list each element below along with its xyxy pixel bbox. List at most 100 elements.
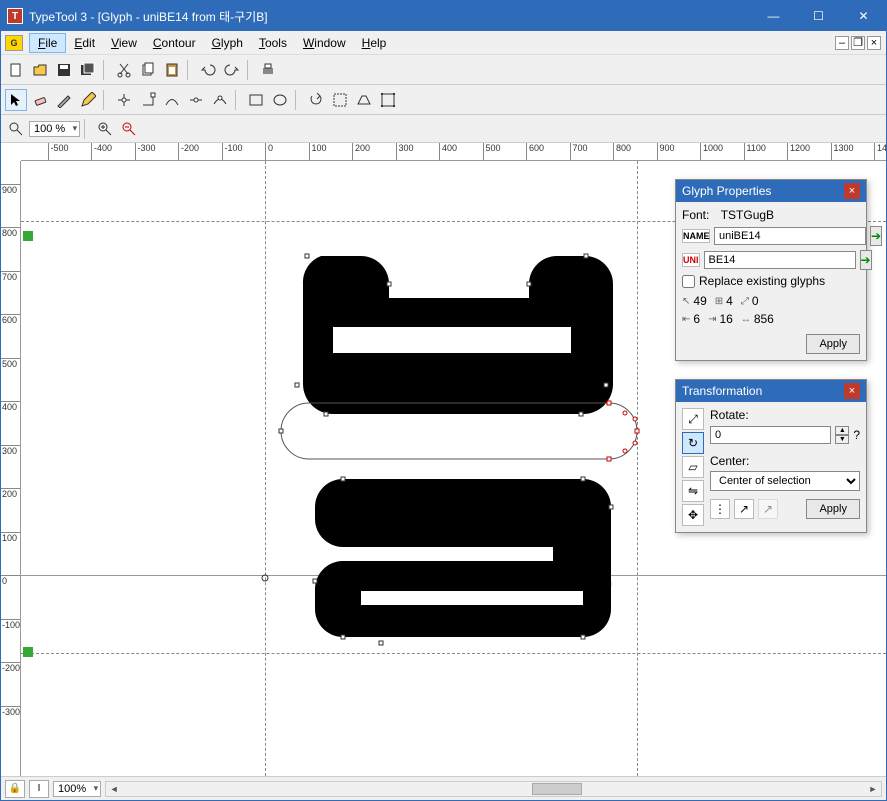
rotate-stepper-down[interactable]: ▼	[835, 435, 849, 444]
rotate-stepper-up[interactable]: ▲	[835, 426, 849, 435]
status-zoom-combo[interactable]: 100%	[53, 781, 101, 797]
mdi-restore-button[interactable]: ❐	[851, 36, 865, 50]
menu-edit[interactable]: Edit	[66, 34, 103, 52]
font-value: TSTGugB	[721, 208, 774, 222]
zoom-combo[interactable]: 100 %	[29, 121, 80, 137]
select-all-icon[interactable]	[329, 89, 351, 111]
replace-glyphs-checkbox[interactable]	[682, 275, 695, 288]
pen-tool-icon[interactable]	[77, 89, 99, 111]
new-icon[interactable]	[5, 59, 27, 81]
app-icon: T	[7, 8, 23, 24]
rotate-input[interactable]	[710, 426, 831, 444]
save-icon[interactable]	[53, 59, 75, 81]
scroll-left-icon[interactable]: ◄	[106, 782, 122, 796]
status-lock-icon[interactable]: 🔒	[5, 780, 25, 798]
rect-tool-icon[interactable]	[245, 89, 267, 111]
rotate-label: Rotate:	[710, 408, 860, 422]
menu-view[interactable]: View	[103, 34, 145, 52]
transform-shift-icon[interactable]: ✥	[682, 504, 704, 526]
center-select[interactable]: Center of selection	[710, 471, 860, 491]
work-area: -500-400-300-200-10001002003004005006007…	[1, 143, 886, 776]
transform-scale-icon[interactable]: ⤢	[682, 408, 704, 430]
titlebar: T TypeTool 3 - [Glyph - uniBE14 from 태-구…	[1, 1, 886, 31]
status-text-icon[interactable]: I	[29, 780, 49, 798]
replace-glyphs-label: Replace existing glyphs	[699, 274, 825, 288]
glyph-properties-title: Glyph Properties	[682, 184, 844, 198]
smooth-node-icon[interactable]	[209, 89, 231, 111]
window-minimize-button[interactable]: —	[751, 1, 796, 31]
name-apply-icon[interactable]: ➔	[870, 226, 882, 246]
horizontal-ruler[interactable]: -500-400-300-200-10001002003004005006007…	[21, 143, 886, 161]
window-title: TypeTool 3 - [Glyph - uniBE14 from 태-구기B…	[29, 8, 751, 25]
scroll-thumb[interactable]	[532, 783, 582, 795]
paste-icon[interactable]	[161, 59, 183, 81]
unicode-input[interactable]	[704, 251, 856, 269]
transform-opt1-icon[interactable]: ⋮	[710, 499, 730, 519]
saveall-icon[interactable]	[77, 59, 99, 81]
transform-opt2-icon[interactable]: ↗	[734, 499, 754, 519]
menu-tools[interactable]: Tools	[251, 34, 295, 52]
metric-b: 4	[726, 294, 733, 308]
edit-toolbar	[1, 85, 886, 115]
transform-rotate-icon[interactable]: ↻	[682, 432, 704, 454]
eraser-tool-icon[interactable]	[29, 89, 51, 111]
scroll-right-icon[interactable]: ►	[865, 782, 881, 796]
glyph-canvas[interactable]: Glyph Properties× Font: TSTGugB NAME ➔ U…	[21, 161, 886, 776]
glyph-menu-icon[interactable]: G	[5, 35, 23, 51]
glyph-apply-button[interactable]: Apply	[806, 334, 860, 354]
transformation-close-icon[interactable]: ×	[844, 383, 860, 399]
horizontal-scrollbar[interactable]: ◄ ►	[105, 781, 882, 797]
window-close-button[interactable]: ✕	[841, 1, 886, 31]
metric-c: 0	[752, 294, 759, 308]
zoom-in-icon[interactable]	[94, 118, 116, 140]
transform-icon[interactable]	[353, 89, 375, 111]
transform-opt3-icon: ↗	[758, 499, 778, 519]
reverse-icon[interactable]	[305, 89, 327, 111]
tangent-node-icon[interactable]	[185, 89, 207, 111]
main-toolbar	[1, 55, 886, 85]
knife-tool-icon[interactable]	[53, 89, 75, 111]
metric-a: 49	[693, 294, 706, 308]
menu-contour[interactable]: Contour	[145, 34, 204, 52]
transformation-panel[interactable]: Transformation× ⤢ ↻ ▱ ⇋ ✥ Rotate:	[675, 379, 867, 533]
window-maximize-button[interactable]: ☐	[796, 1, 841, 31]
zoom-out-icon[interactable]	[118, 118, 140, 140]
transformation-title: Transformation	[682, 384, 844, 398]
transform-apply-button[interactable]: Apply	[806, 499, 860, 519]
mdi-close-button[interactable]: ×	[867, 36, 881, 50]
bbox-icon[interactable]	[377, 89, 399, 111]
zoom-tool-icon[interactable]	[5, 118, 27, 140]
cut-icon[interactable]	[113, 59, 135, 81]
print-icon[interactable]	[257, 59, 279, 81]
open-icon[interactable]	[29, 59, 51, 81]
ellipse-tool-icon[interactable]	[269, 89, 291, 111]
rotate-unit: ?	[853, 428, 860, 442]
mdi-minimize-button[interactable]: –	[835, 36, 849, 50]
glyph-name-input[interactable]	[714, 227, 866, 245]
zoom-toolbar: 100 %	[1, 115, 886, 143]
undo-icon[interactable]	[197, 59, 219, 81]
menu-window[interactable]: Window	[295, 34, 354, 52]
origin-marker	[261, 571, 269, 579]
add-node-icon[interactable]	[113, 89, 135, 111]
glyph-properties-close-icon[interactable]: ×	[844, 183, 860, 199]
arrow-tool-icon[interactable]	[5, 89, 27, 111]
copy-icon[interactable]	[137, 59, 159, 81]
transform-mirror-icon[interactable]: ⇋	[682, 480, 704, 502]
unicode-apply-icon[interactable]: ➔	[860, 250, 872, 270]
redo-icon[interactable]	[221, 59, 243, 81]
metric-f: 856	[754, 312, 774, 326]
statusbar: 🔒 I 100% ◄ ►	[1, 776, 886, 800]
center-label: Center:	[710, 454, 860, 468]
menubar: G File Edit View Contour Glyph Tools Win…	[1, 31, 886, 55]
glyph-properties-panel[interactable]: Glyph Properties× Font: TSTGugB NAME ➔ U…	[675, 179, 867, 361]
menu-file[interactable]: File	[29, 33, 66, 53]
metric-d: 6	[693, 312, 700, 326]
corner-node-icon[interactable]	[137, 89, 159, 111]
vertical-ruler[interactable]: 9008007006005004003002001000-100-200-300	[1, 161, 21, 776]
curve-node-icon[interactable]	[161, 89, 183, 111]
metric-e: 16	[719, 312, 732, 326]
transform-slant-icon[interactable]: ▱	[682, 456, 704, 478]
menu-help[interactable]: Help	[354, 34, 395, 52]
menu-glyph[interactable]: Glyph	[204, 34, 251, 52]
